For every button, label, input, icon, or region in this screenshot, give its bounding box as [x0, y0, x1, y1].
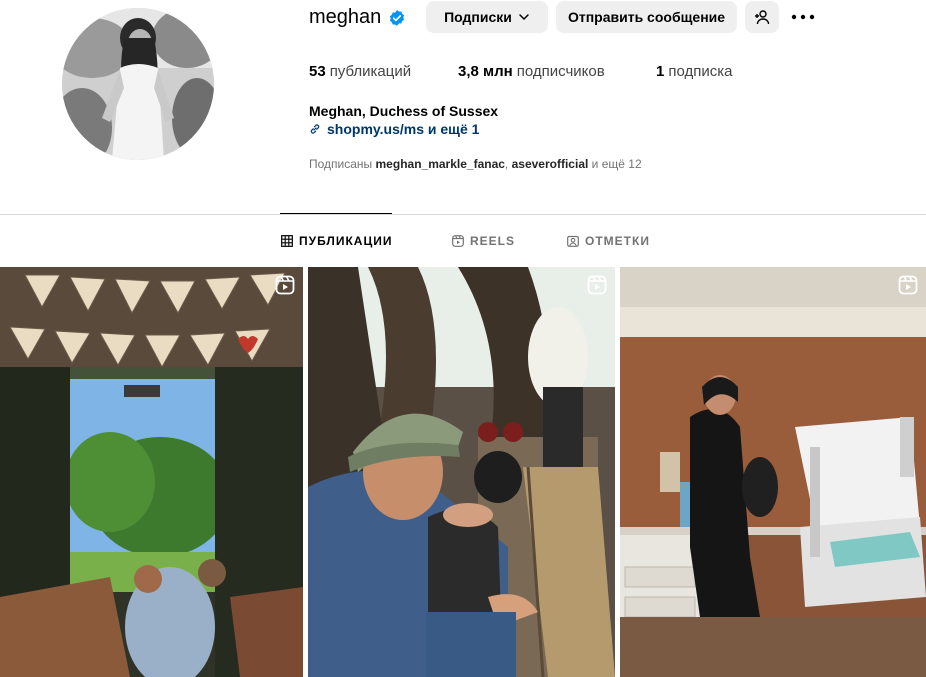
followed-by-prefix: Подписаны	[309, 157, 373, 171]
reels-icon	[452, 235, 464, 247]
message-button[interactable]: Отправить сообщение	[556, 1, 737, 33]
suggested-users-button[interactable]	[745, 1, 779, 33]
post-3-image	[620, 267, 926, 677]
more-options-button[interactable]	[789, 1, 817, 33]
tab-tagged-label: ОТМЕТКИ	[585, 234, 650, 248]
following-label: подписка	[668, 63, 733, 80]
message-button-label: Отправить сообщение	[567, 9, 726, 25]
stat-followers[interactable]: 3,8 млн подписчиков	[458, 63, 605, 80]
grid-icon	[281, 235, 293, 247]
post-tile-3[interactable]	[620, 267, 926, 677]
tab-tagged[interactable]: ОТМЕТКИ	[567, 234, 650, 248]
tab-reels[interactable]: REELS	[452, 234, 515, 248]
more-icon	[791, 14, 815, 20]
bio-link-text: shopmy.us/ms и ещё 1	[327, 121, 480, 137]
bio-link[interactable]: shopmy.us/ms и ещё 1	[309, 121, 479, 137]
tab-reels-label: REELS	[470, 234, 516, 248]
followed-by-suffix: и ещё 12	[591, 157, 642, 171]
verified-badge-icon	[389, 10, 405, 26]
stat-posts: 53 публикаций	[309, 63, 411, 80]
following-count: 1	[656, 63, 665, 80]
chevron-down-icon	[519, 14, 529, 21]
post-2-image	[308, 267, 615, 677]
following-button-label: Подписки	[444, 9, 512, 25]
post-1-image	[0, 267, 303, 677]
followers-label: подписчиков	[516, 63, 605, 80]
post-tile-1[interactable]	[0, 267, 303, 677]
link-icon	[310, 124, 320, 134]
tab-posts[interactable]: ПУБЛИКАЦИИ	[281, 234, 392, 248]
followers-count: 3,8 млн	[458, 63, 513, 80]
avatar-image	[62, 8, 214, 160]
post-tile-2[interactable]	[308, 267, 615, 677]
reel-icon	[275, 275, 295, 295]
stat-following[interactable]: 1 подписка	[656, 63, 732, 80]
posts-label: публикаций	[329, 63, 412, 80]
following-button[interactable]: Подписки	[426, 1, 548, 33]
tagged-icon	[567, 235, 579, 247]
tab-posts-label: ПУБЛИКАЦИИ	[299, 234, 393, 248]
posts-count: 53	[309, 63, 326, 80]
profile-avatar[interactable]	[62, 8, 214, 160]
followed-by-separator: ,	[504, 157, 509, 171]
reel-icon	[898, 275, 918, 295]
followed-by[interactable]: Подписаны meghan_markle_fanac, aseveroff…	[309, 157, 642, 171]
tab-bar-divider	[0, 214, 926, 215]
profile-full-name: Meghan, Duchess of Sussex	[309, 103, 499, 119]
profile-username: meghan	[309, 6, 382, 28]
active-tab-indicator	[280, 213, 392, 214]
add-user-icon	[755, 10, 770, 25]
reel-icon	[587, 275, 607, 295]
followed-by-user-1[interactable]: meghan_markle_fanac	[376, 157, 505, 171]
followed-by-user-2[interactable]: aseverofficial	[512, 157, 589, 171]
